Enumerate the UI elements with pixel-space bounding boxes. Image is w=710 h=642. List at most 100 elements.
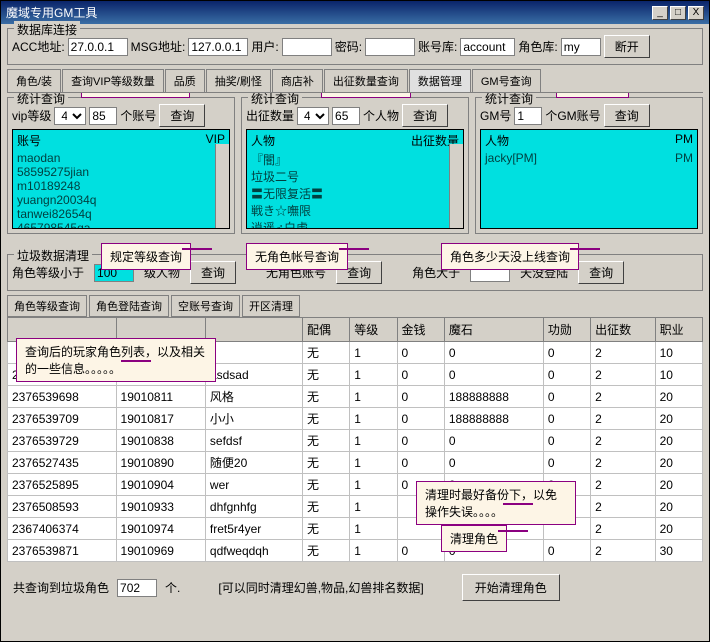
- table-row[interactable]: 237653972919010838sefdsf无1000220: [8, 430, 703, 452]
- callout-offline: 角色多少天没上线查询: [441, 243, 579, 270]
- list-item[interactable]: m101892484: [13, 179, 229, 193]
- count-suffix: 个.: [165, 579, 180, 596]
- vip-panel: 统计查询 vip等级 4 个账号 查询 账号VIP maodan45859527…: [7, 97, 235, 234]
- callout-noacct: 无角色帐号查询: [246, 243, 348, 270]
- p3-num[interactable]: [514, 107, 542, 125]
- expedition-panel: 统计查询 出征数量 4 个人物 查询 人物出征数量 『闇』4垃圾二号4〓无限复活…: [241, 97, 469, 234]
- list-item[interactable]: maodan4: [13, 151, 229, 165]
- msg-label: MSG地址:: [131, 38, 186, 55]
- hint-text: [可以同时清理幻兽,物品,幻兽排名数据]: [218, 579, 423, 596]
- p3-list[interactable]: 人物PM jacky[PM]PM: [480, 129, 698, 229]
- list-item[interactable]: 465798545qa4: [13, 221, 229, 229]
- p2-label: 出征数量: [246, 107, 294, 124]
- table-row[interactable]: 237653970919010817小小无101888888880220: [8, 408, 703, 430]
- db-legend: 数据库连接: [14, 21, 80, 38]
- p2-list[interactable]: 人物出征数量 『闇』4垃圾二号4〓无限复活〓4戦き☆嘸限4逍遥♂白虎4风雪V无痕…: [246, 129, 464, 229]
- acctdb-label: 账号库:: [418, 38, 457, 55]
- list-item[interactable]: jacky[PM]PM: [481, 151, 697, 165]
- p2-query-button[interactable]: 查询: [402, 104, 448, 127]
- count-label: 共查询到垃圾角色: [13, 579, 109, 596]
- list-item[interactable]: tanwei82654q4: [13, 207, 229, 221]
- table-row[interactable]: 237650859319010933dhfgnhfg无1220: [8, 496, 703, 518]
- callout-clean: 清理角色: [441, 525, 507, 552]
- table-row[interactable]: 237652743519010890随便20无1000220: [8, 452, 703, 474]
- list-item[interactable]: 戦き☆嘸限4: [247, 202, 463, 219]
- col-header[interactable]: 功勋: [543, 318, 590, 342]
- callout-gm: GM号查询: [556, 93, 629, 98]
- list-item[interactable]: 垃圾二号4: [247, 168, 463, 185]
- callout-grid: 查询后的玩家角色列表，以及相关的一些信息。。。。。: [16, 338, 216, 382]
- main-tab[interactable]: 出征数量查询: [324, 69, 408, 92]
- p1-select[interactable]: 4: [54, 107, 86, 125]
- sub-tab[interactable]: 空账号查询: [171, 295, 240, 317]
- table-row[interactable]: 236740637419010974fret5r4yer无1220: [8, 518, 703, 540]
- p3-label: GM号: [480, 107, 511, 124]
- count-input[interactable]: [117, 579, 157, 597]
- user-label: 用户:: [251, 38, 278, 55]
- p2-legend: 统计查询: [248, 93, 302, 107]
- table-row[interactable]: 237653987119010969qdfweqdqh无1000230: [8, 540, 703, 562]
- sub-tab[interactable]: 开区清理: [242, 295, 300, 317]
- callout-level: 规定等级查询: [101, 243, 191, 270]
- window-title: 魔域专用GM工具: [6, 4, 97, 21]
- msg-input[interactable]: [188, 38, 248, 56]
- col-header[interactable]: 金钱: [397, 318, 444, 342]
- callout-vip: 查询VIP等级数量: [81, 93, 190, 98]
- main-tab[interactable]: 品质: [165, 69, 205, 92]
- callout-backup: 清理时最好备份下，以免操作失误。。。。: [416, 481, 576, 525]
- acctdb-input[interactable]: [460, 38, 515, 56]
- p1-num[interactable]: [89, 107, 117, 125]
- p3-query-button[interactable]: 查询: [604, 104, 650, 127]
- pwd-label: 密码:: [335, 38, 362, 55]
- sub-tab[interactable]: 角色登陆查询: [89, 295, 169, 317]
- list-item[interactable]: 〓无限复活〓4: [247, 185, 463, 202]
- p2-suffix: 个人物: [363, 107, 399, 124]
- main-tab[interactable]: 抽奖/刷怪: [206, 69, 271, 92]
- p3-legend: 统计查询: [482, 93, 536, 107]
- col-header[interactable]: 职业: [655, 318, 702, 342]
- p1-list[interactable]: 账号VIP maodan458595275jian4m101892484yuan…: [12, 129, 230, 229]
- col-header[interactable]: [205, 318, 302, 342]
- titlebar: 魔域专用GM工具 _ □ X: [1, 1, 709, 24]
- main-tab[interactable]: 角色/装: [7, 69, 61, 92]
- table-row[interactable]: 237653969819010811风格无101888888880220: [8, 386, 703, 408]
- main-tab[interactable]: 查询VIP等级数量: [62, 69, 164, 92]
- sub-tab[interactable]: 角色等级查询: [7, 295, 87, 317]
- scrollbar[interactable]: [449, 144, 463, 228]
- list-item[interactable]: 逍遥♂白虎4: [247, 219, 463, 229]
- p3-suffix: 个GM账号: [545, 107, 600, 124]
- maximize-button[interactable]: □: [670, 6, 686, 20]
- p1-suffix: 个账号: [120, 107, 156, 124]
- bottom-bar: 共查询到垃圾角色 个. [可以同时清理幻兽,物品,幻兽排名数据] 开始清理角色: [1, 566, 709, 609]
- main-tabs: 角色/装查询VIP等级数量品质抽奖/刷怪商店补出征数量查询数据管理GM号查询: [7, 69, 703, 93]
- roledb-input[interactable]: [561, 38, 601, 56]
- list-item[interactable]: 58595275jian4: [13, 165, 229, 179]
- acc-input[interactable]: [68, 38, 128, 56]
- callout-expedition: 出征数量查询: [321, 93, 411, 98]
- disconnect-button[interactable]: 断开: [604, 35, 650, 58]
- acc-label: ACC地址:: [12, 38, 65, 55]
- main-tab[interactable]: 商店补: [272, 69, 323, 92]
- scrollbar[interactable]: [215, 144, 229, 228]
- p1-legend: 统计查询: [14, 93, 68, 107]
- close-button[interactable]: X: [688, 6, 704, 20]
- col-header[interactable]: 出征数: [591, 318, 656, 342]
- main-tab[interactable]: GM号查询: [472, 69, 541, 92]
- p2-select[interactable]: 4: [297, 107, 329, 125]
- start-clean-button[interactable]: 开始清理角色: [462, 574, 560, 601]
- p1-label: vip等级: [12, 107, 51, 124]
- table-row[interactable]: 237652589519010904wer无1000220: [8, 474, 703, 496]
- minimize-button[interactable]: _: [652, 6, 668, 20]
- main-tab[interactable]: 数据管理: [409, 69, 471, 92]
- gm-panel: 统计查询 GM号 个GM账号 查询 人物PM jacky[PM]PM: [475, 97, 703, 234]
- junk-legend: 垃圾数据清理: [14, 247, 92, 264]
- p2-num[interactable]: [332, 107, 360, 125]
- list-item[interactable]: 『闇』4: [247, 151, 463, 168]
- p1-query-button[interactable]: 查询: [159, 104, 205, 127]
- list-item[interactable]: yuangn20034q4: [13, 193, 229, 207]
- user-input[interactable]: [282, 38, 332, 56]
- col-header[interactable]: 等级: [350, 318, 397, 342]
- col-header[interactable]: 配偶: [302, 318, 349, 342]
- pwd-input[interactable]: [365, 38, 415, 56]
- col-header[interactable]: 魔石: [444, 318, 543, 342]
